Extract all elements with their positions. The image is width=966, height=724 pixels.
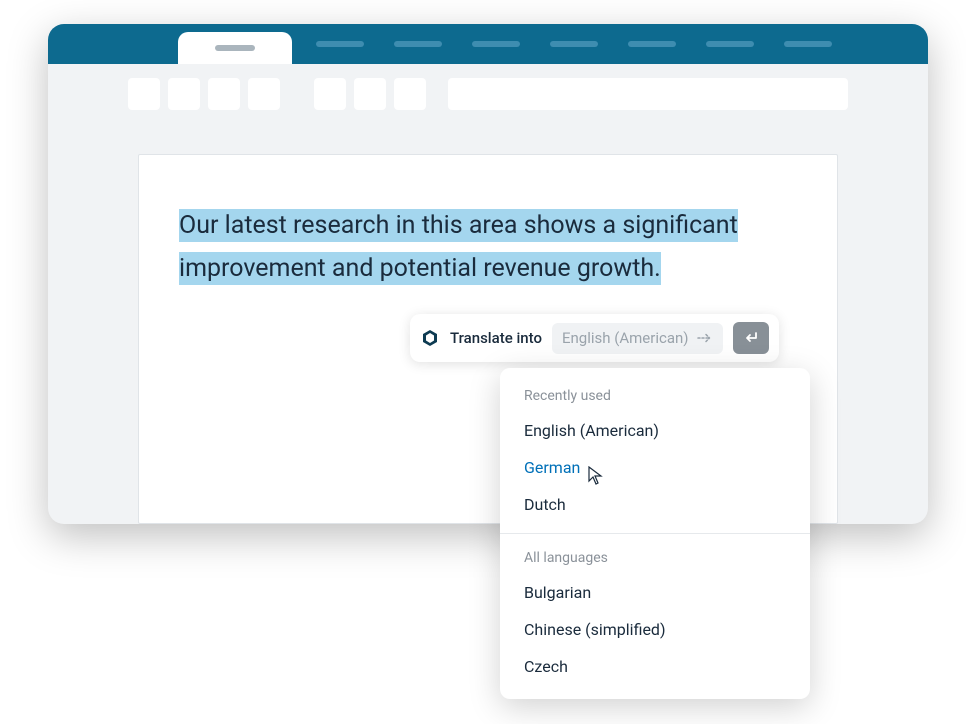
toolbar-button[interactable] (354, 78, 386, 110)
dropdown-divider (500, 533, 810, 534)
address-bar[interactable] (448, 78, 848, 110)
language-dropdown: Recently used English (American) German … (500, 368, 810, 699)
inactive-tab[interactable] (628, 41, 676, 47)
active-tab[interactable] (178, 32, 292, 64)
inactive-tab[interactable] (316, 41, 364, 47)
language-placeholder: English (American) (562, 329, 689, 347)
toolbar-button[interactable] (208, 78, 240, 110)
translate-label: Translate into (450, 329, 542, 347)
inactive-tab[interactable] (472, 41, 520, 47)
language-option-bulgarian[interactable]: Bulgarian (500, 574, 810, 611)
submit-button[interactable] (733, 322, 769, 354)
toolbar-button[interactable] (314, 78, 346, 110)
inactive-tab[interactable] (706, 41, 754, 47)
language-option-czech[interactable]: Czech (500, 648, 810, 685)
toolbar-button[interactable] (128, 78, 160, 110)
language-option-chinese-simplified[interactable]: Chinese (simplified) (500, 611, 810, 648)
language-option-german[interactable]: German (500, 449, 810, 486)
toolbar-button[interactable] (168, 78, 200, 110)
highlighted-text[interactable]: Our latest research in this area shows a… (179, 205, 797, 290)
arrow-right-icon (697, 329, 713, 348)
language-option-dutch[interactable]: Dutch (500, 486, 810, 523)
language-select[interactable]: English (American) (552, 323, 723, 354)
recently-used-label: Recently used (500, 382, 810, 412)
translate-icon (420, 328, 440, 348)
highlighted-text-content: Our latest research in this area shows a… (179, 209, 738, 285)
inactive-tab[interactable] (550, 41, 598, 47)
toolbar (48, 64, 928, 124)
inactive-tab[interactable] (394, 41, 442, 47)
toolbar-button[interactable] (248, 78, 280, 110)
enter-icon (743, 331, 759, 345)
all-languages-label: All languages (500, 544, 810, 574)
active-tab-placeholder (215, 45, 255, 51)
inactive-tab[interactable] (784, 41, 832, 47)
translate-popup: Translate into English (American) (410, 314, 779, 362)
language-option-english-american[interactable]: English (American) (500, 412, 810, 449)
toolbar-button[interactable] (394, 78, 426, 110)
